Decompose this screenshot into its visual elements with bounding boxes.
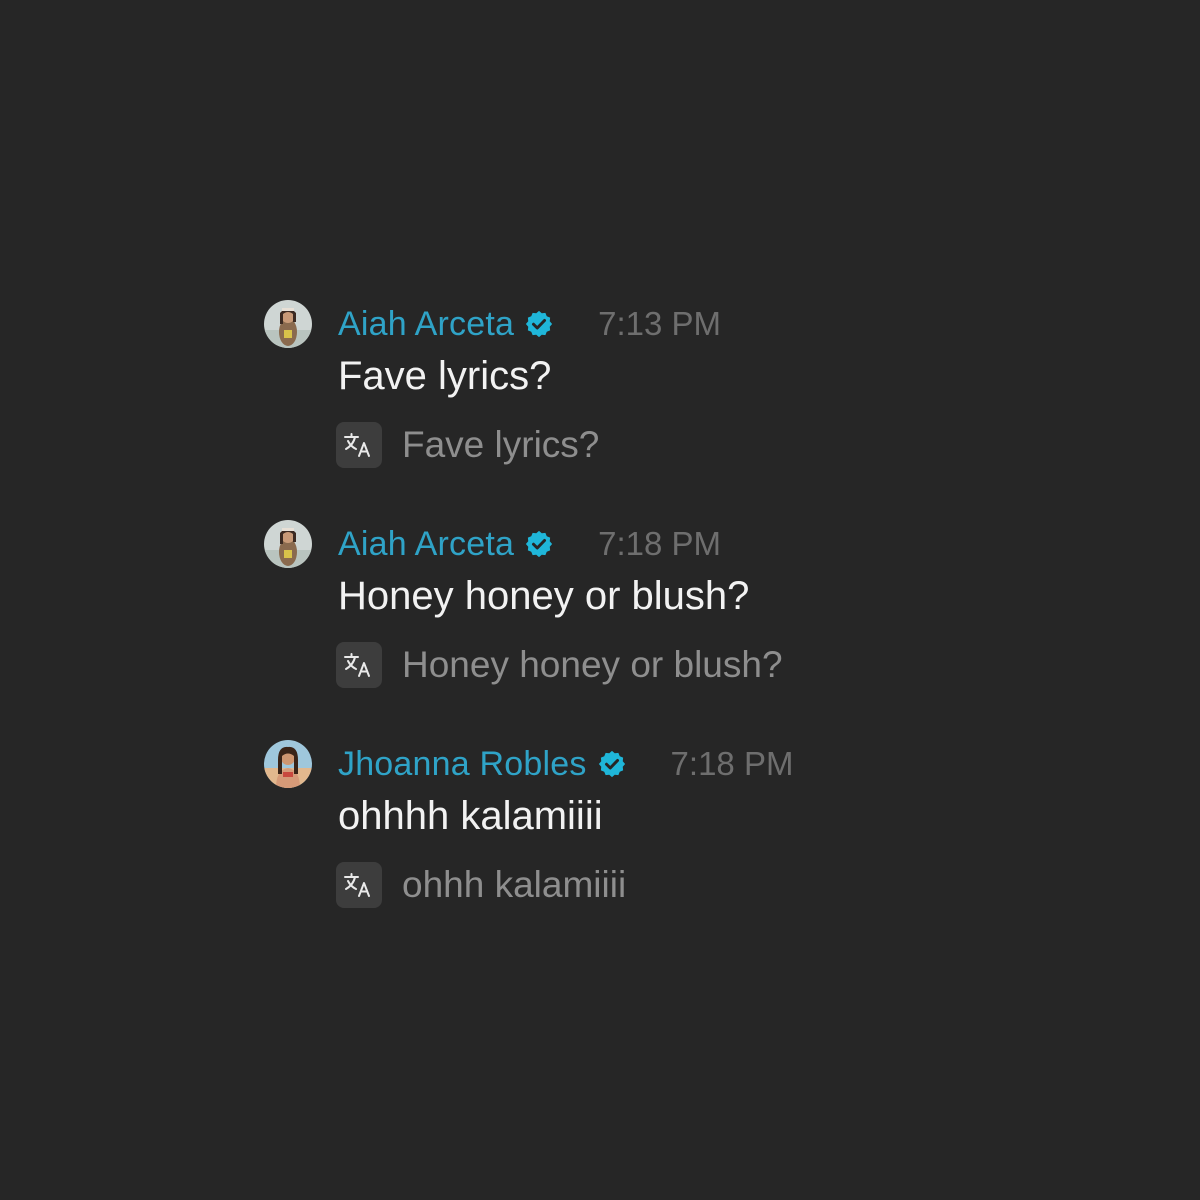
translation-row: Honey honey or blush? [336,642,783,688]
translation-text: Fave lyrics? [402,424,600,465]
verified-badge-icon [524,309,554,339]
verified-badge-icon [524,529,554,559]
avatar[interactable] [264,300,312,348]
translate-icon[interactable] [336,422,382,468]
message-list: Aiah Arceta 7:13 PM Fave lyrics? Fave ly… [264,298,964,958]
message-header: Aiah Arceta 7:13 PM [338,302,721,346]
verified-badge-icon [597,749,627,779]
translate-icon[interactable] [336,862,382,908]
message-text: Honey honey or blush? [338,574,750,618]
author-name[interactable]: Aiah Arceta [338,525,514,564]
translation-text: ohhh kalamiiii [402,864,627,905]
message-header: Aiah Arceta 7:18 PM [338,522,721,566]
timestamp: 7:13 PM [598,305,721,342]
timestamp: 7:18 PM [598,525,721,562]
author-name[interactable]: Jhoanna Robles [338,745,587,784]
translate-icon[interactable] [336,642,382,688]
message-header: Jhoanna Robles 7:18 PM [338,742,793,786]
message-item: Aiah Arceta 7:13 PM Fave lyrics? Fave ly… [264,298,964,518]
translation-row: ohhh kalamiiii [336,862,626,908]
avatar[interactable] [264,520,312,568]
translation-text: Honey honey or blush? [402,644,783,685]
translation-row: Fave lyrics? [336,422,599,468]
avatar[interactable] [264,740,312,788]
message-text: ohhhh kalamiiii [338,794,603,838]
author-name[interactable]: Aiah Arceta [338,305,514,344]
message-text: Fave lyrics? [338,354,552,398]
message-item: Jhoanna Robles 7:18 PM ohhhh kalamiiii o… [264,738,964,958]
message-item: Aiah Arceta 7:18 PM Honey honey or blush… [264,518,964,738]
timestamp: 7:18 PM [670,745,794,782]
